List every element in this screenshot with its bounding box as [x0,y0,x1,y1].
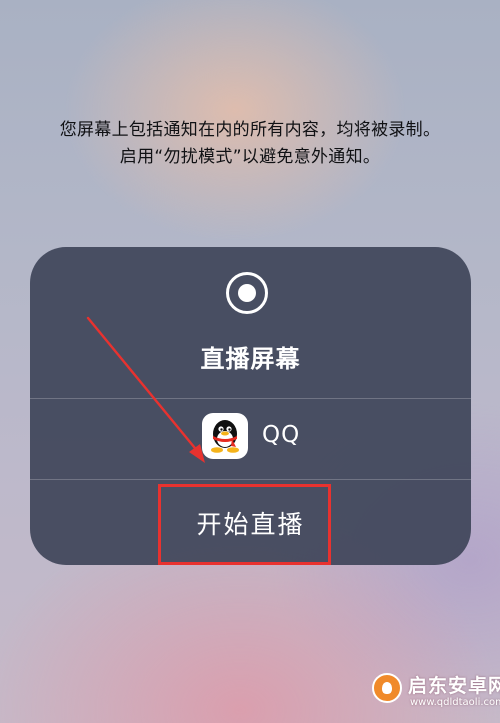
app-option-qq[interactable]: QQ [30,399,471,479]
notice-line-1: 您屏幕上包括通知在内的所有内容，均将被录制。 [59,120,441,140]
watermark: 启东安卓网 www.qdldtaoli.com [372,661,500,717]
highlight-box [158,484,331,565]
watermark-logo-icon [372,673,402,703]
app-name: QQ [262,422,301,448]
notice-line-2: 启用“勿扰模式”以避免意外通知。 [119,147,381,167]
watermark-title: 启东安卓网 [408,675,500,697]
panel-title: 直播屏幕 [200,345,301,373]
screen-record-icon [226,272,268,314]
qq-penguin-icon [202,413,248,459]
recording-notice: 您屏幕上包括通知在内的所有内容，均将被录制。 启用“勿扰模式”以避免意外通知。 [0,117,500,171]
watermark-url: www.qdldtaoli.com [410,697,500,708]
